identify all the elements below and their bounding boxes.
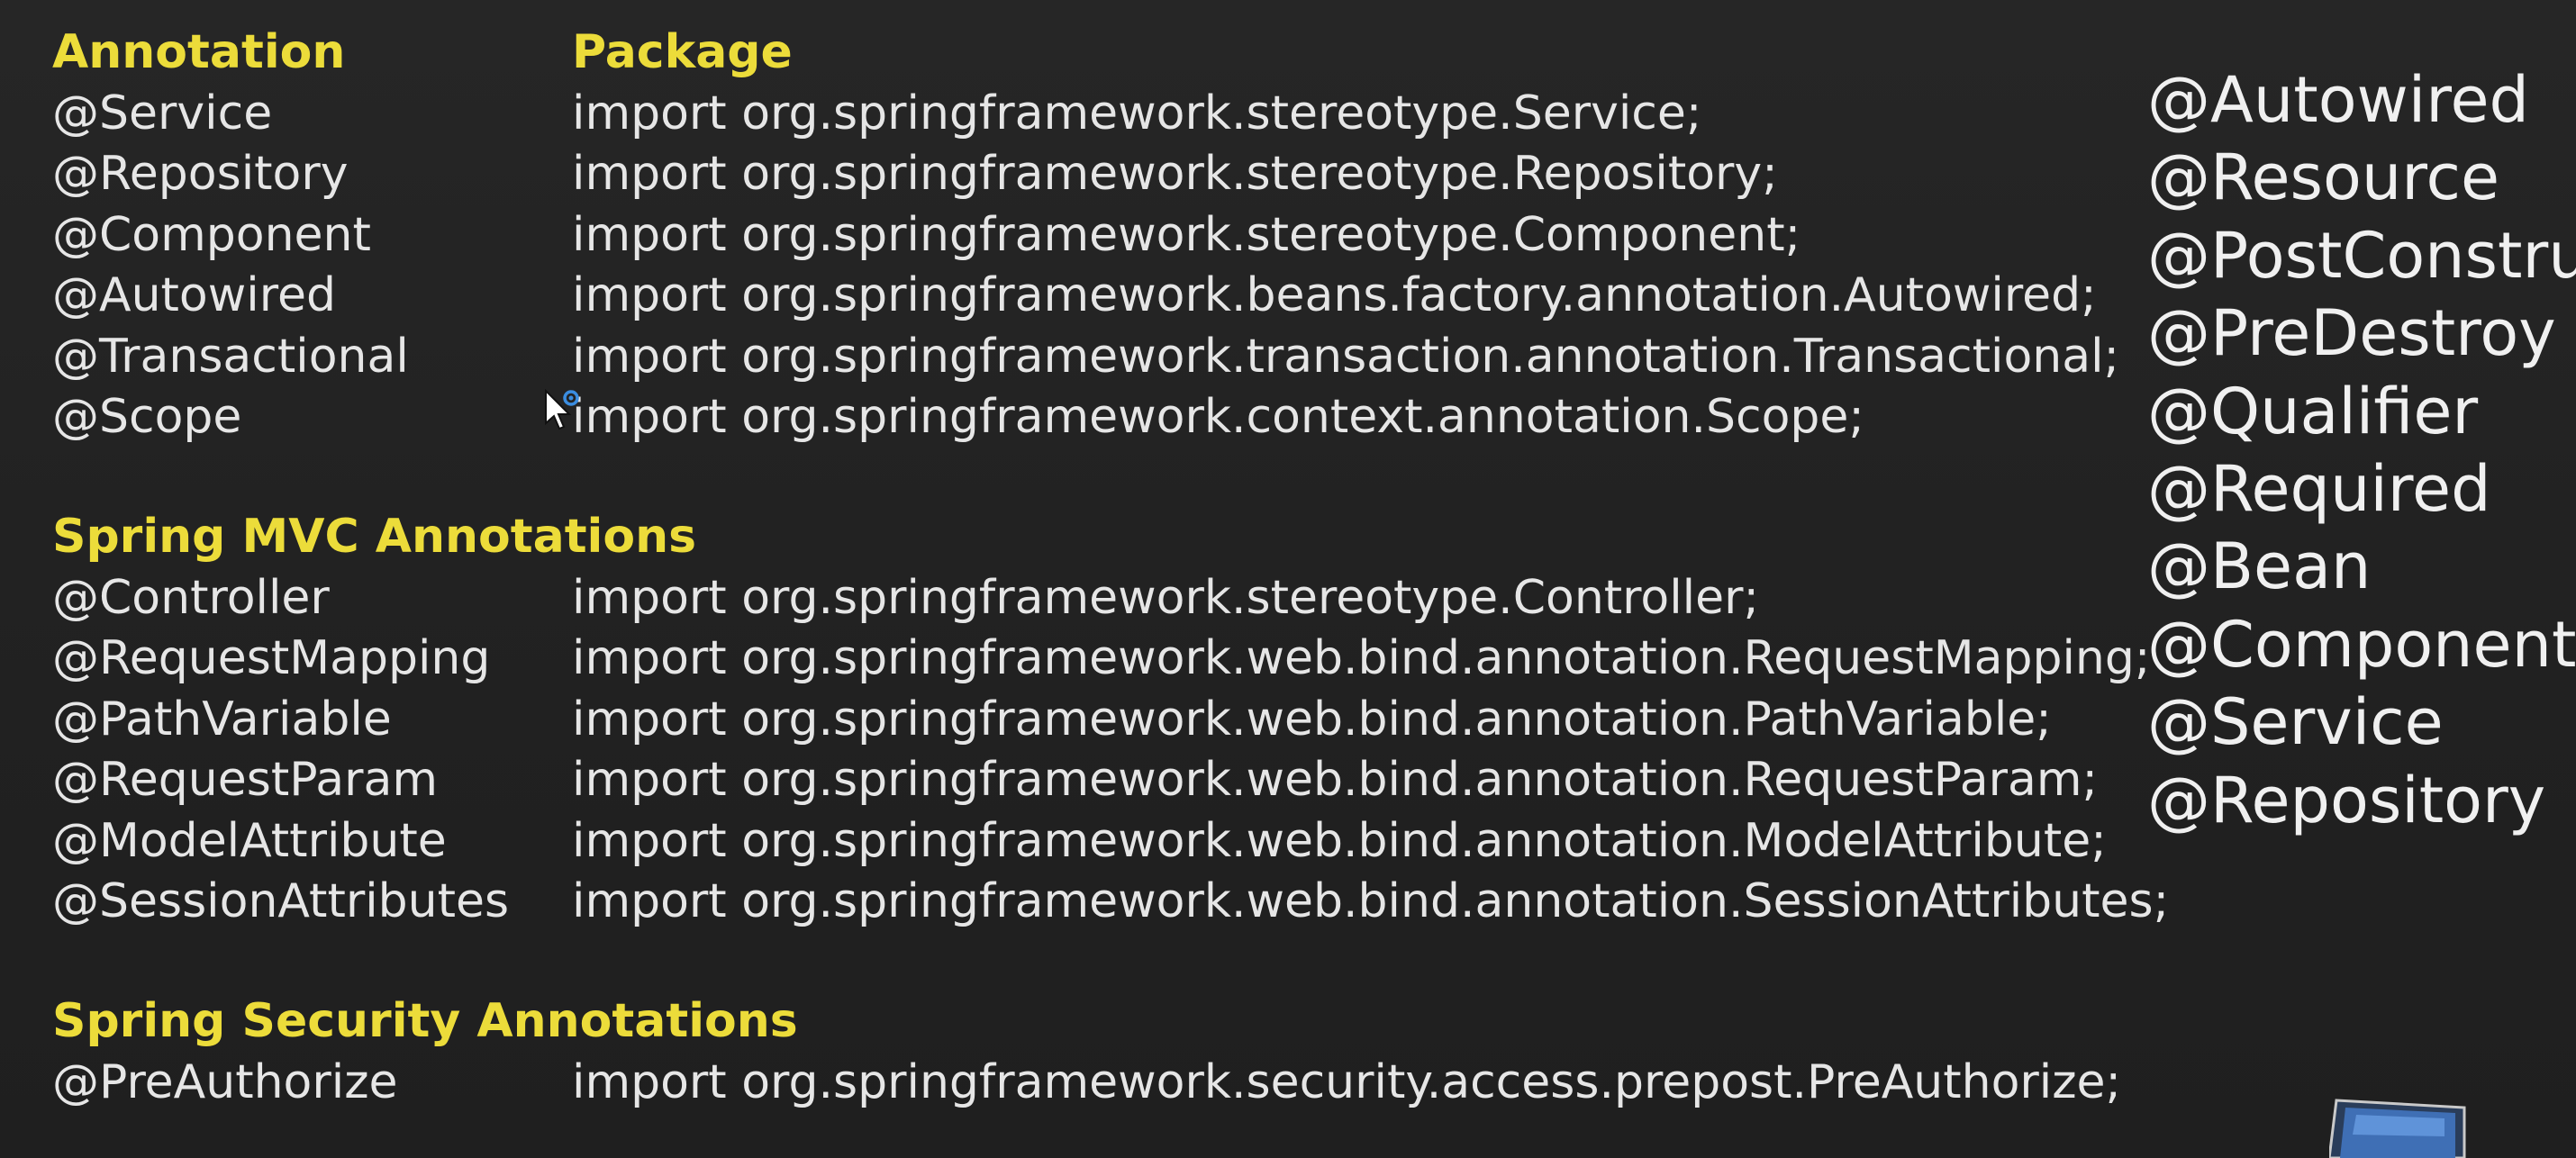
mvc-section-heading: Spring MVC Annotations bbox=[52, 510, 697, 564]
list-item: @Repository bbox=[2147, 763, 2546, 837]
package-import: import org.springframework.web.bind.anno… bbox=[572, 631, 2151, 685]
package-import: import org.springframework.stereotype.Co… bbox=[572, 207, 1801, 262]
annotation-name: @RequestParam bbox=[52, 753, 439, 807]
window-thumbnail-icon bbox=[2329, 1099, 2466, 1158]
annotation-name: @PathVariable bbox=[52, 692, 392, 746]
list-item: @Required bbox=[2147, 451, 2491, 526]
package-import: import org.springframework.stereotype.Co… bbox=[572, 570, 1760, 625]
list-item: @Qualifier bbox=[2147, 374, 2479, 448]
annotation-name: @RequestMapping bbox=[52, 631, 491, 685]
package-import: import org.springframework.security.acce… bbox=[572, 1054, 2122, 1109]
list-item: @Bean bbox=[2147, 529, 2372, 604]
package-import: import org.springframework.web.bind.anno… bbox=[572, 753, 2099, 807]
list-item: @Resource bbox=[2147, 140, 2500, 215]
list-item: @PostConstruct bbox=[2147, 218, 2576, 293]
annotation-name: @ModelAttribute bbox=[52, 813, 447, 868]
annotation-name: @Scope bbox=[52, 390, 242, 444]
list-item: @Service bbox=[2147, 685, 2444, 760]
annotation-name: @Autowired bbox=[52, 268, 336, 322]
list-item: @Component bbox=[2147, 607, 2576, 682]
annotation-name: @Service bbox=[52, 86, 273, 140]
annotation-name: @Controller bbox=[52, 570, 330, 625]
package-import: import org.springframework.context.annot… bbox=[572, 390, 1864, 444]
package-import: import org.springframework.stereotype.Re… bbox=[572, 147, 1778, 201]
package-import: import org.springframework.transaction.a… bbox=[572, 329, 2120, 384]
security-section-heading: Spring Security Annotations bbox=[52, 994, 798, 1048]
package-import: import org.springframework.web.bind.anno… bbox=[572, 692, 2052, 746]
package-column-header: Package bbox=[572, 25, 793, 79]
annotation-column-header: Annotation bbox=[52, 25, 346, 79]
list-item: @PreDestroy bbox=[2147, 296, 2556, 371]
annotation-name: @PreAuthorize bbox=[52, 1054, 398, 1109]
right-annotation-list: @Autowired @Resource @PostConstruct @Pre… bbox=[2147, 61, 2576, 839]
annotation-name: @Component bbox=[52, 207, 371, 262]
package-import: import org.springframework.beans.factory… bbox=[572, 268, 2097, 322]
annotation-name: @Transactional bbox=[52, 329, 409, 384]
package-import: import org.springframework.web.bind.anno… bbox=[572, 813, 2107, 868]
slide-canvas: Annotation Package @Service import org.s… bbox=[0, 0, 2576, 1158]
annotation-name: @Repository bbox=[52, 147, 349, 201]
package-import: import org.springframework.stereotype.Se… bbox=[572, 86, 1702, 140]
annotation-name: @SessionAttributes bbox=[52, 874, 510, 928]
mouse-pointer-busy-icon bbox=[545, 389, 579, 430]
list-item: @Autowired bbox=[2147, 63, 2529, 137]
package-import: import org.springframework.web.bind.anno… bbox=[572, 874, 2170, 928]
